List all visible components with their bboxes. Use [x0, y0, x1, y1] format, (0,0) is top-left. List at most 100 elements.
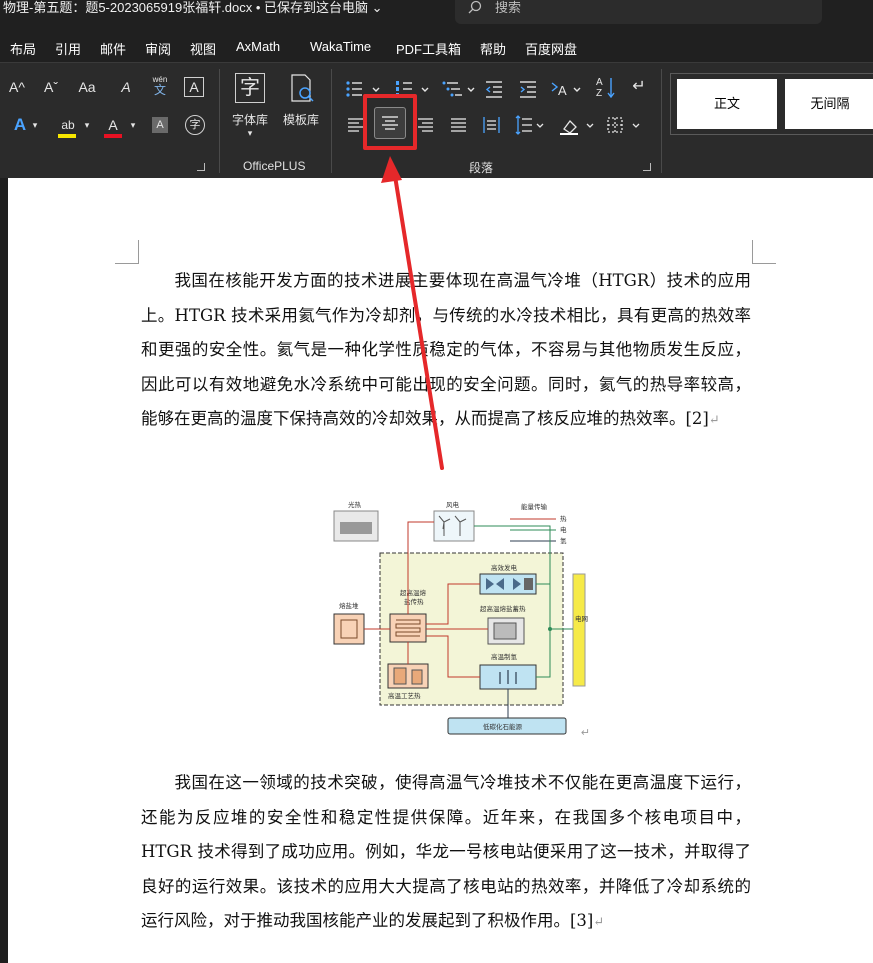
font-dialog-launcher[interactable]: [197, 163, 205, 171]
show-paragraph-marks-button[interactable]: ↵: [628, 77, 650, 97]
distributed-icon: [483, 117, 500, 133]
font-color-icon: A: [108, 117, 118, 133]
solar-label: 光热: [348, 500, 362, 509]
template-library-button[interactable]: 模板库: [280, 73, 322, 143]
search-box[interactable]: 搜索: [455, 0, 822, 24]
legend-heat-label: 热: [560, 514, 567, 523]
officeplus-group-label: OfficePLUS: [243, 159, 306, 173]
low-carbon-label: 低碳化石能源: [483, 722, 523, 731]
chevron-down-icon[interactable]: ▾: [30, 115, 40, 135]
title-bar: 物理-第五题：题5-2023065919张福轩.docx • 已保存到这台电脑 …: [0, 0, 873, 30]
crop-mark: [115, 240, 139, 264]
document-title[interactable]: 物理-第五题：题5-2023065919张福轩.docx • 已保存到这台电脑 …: [3, 0, 383, 16]
paragraph-1[interactable]: 我国在核能开发方面的技术进展主要体现在高温气冷堆（HTGR）技术的应用上。HTG…: [141, 264, 751, 439]
paragraph-group-label: 段落: [469, 161, 494, 175]
align-right-icon: [418, 118, 433, 132]
molten-salt-reactor-box: [333, 613, 365, 645]
style-normal[interactable]: 正文: [677, 79, 777, 129]
template-library-icon: [291, 74, 314, 102]
process-tank: [393, 667, 407, 685]
tab-baidu-netdisk[interactable]: 百度网盘: [525, 39, 577, 58]
ribbon-separator: [661, 69, 662, 173]
grid-junction: [548, 627, 552, 631]
sort-z-label: Z: [596, 88, 603, 99]
paragraph-dialog-launcher[interactable]: [643, 163, 651, 171]
highlight-color-button[interactable]: ab: [58, 115, 78, 139]
shrink-font-button[interactable]: Aˇ: [40, 77, 62, 97]
wind-label: 风电: [446, 500, 460, 509]
template-library-label: 模板库: [282, 113, 319, 127]
font-library-label: 字体库: [231, 113, 268, 127]
tab-axmath[interactable]: AxMath: [236, 39, 280, 54]
tab-review[interactable]: 审阅: [145, 39, 171, 58]
sort-a-label: A: [596, 77, 603, 88]
change-case-button[interactable]: Aa: [72, 77, 102, 97]
salt-heat-label-2: 盐传热: [404, 597, 424, 606]
solar-panel: [340, 522, 372, 534]
paragraph-2[interactable]: 我国在这一领域的技术突破，使得高温气冷堆技术不仅能在更高温度下运行，还能为反应堆…: [141, 766, 751, 941]
justify-icon: [451, 118, 466, 132]
tab-pdf-toolbox[interactable]: PDF工具箱: [396, 39, 461, 58]
grid-box: [572, 573, 586, 687]
font-color-bar: [104, 134, 122, 138]
search-placeholder: 搜索: [495, 0, 522, 15]
legend-title: 能量传输: [521, 502, 548, 511]
tab-layout[interactable]: 布局: [10, 39, 36, 58]
salt-heat-label-1: 超高温熔: [400, 588, 427, 597]
highlight-color-bar: [58, 134, 76, 138]
storage-tank: [493, 622, 517, 640]
figure-paragraph-mark: ↵: [581, 727, 590, 738]
decrease-indent-icon: [485, 81, 502, 98]
salt-storage-label: 超高温熔盐蓄热: [480, 604, 526, 613]
menu-bar: 布局 引用 邮件 审阅 视图 AxMath WakaTime PDF工具箱 帮助…: [0, 30, 873, 62]
align-left-icon: [348, 118, 363, 132]
annotation-highlight-box: [363, 94, 417, 150]
power-generation-label: 高效发电: [491, 563, 518, 572]
tab-view[interactable]: 视图: [190, 39, 216, 58]
phonetic-bottom: 文: [153, 83, 166, 97]
paragraph-mark: ↵: [593, 915, 605, 930]
clear-formatting-button[interactable]: A: [116, 77, 136, 97]
crop-mark: [752, 240, 776, 264]
legend-hydrogen-label: 氢: [560, 536, 567, 545]
chevron-down-icon[interactable]: ▾: [82, 115, 92, 135]
molten-salt-reactor-label: 熔盐堆: [339, 601, 359, 610]
character-border-button[interactable]: A: [184, 77, 204, 97]
paragraph-1-text: 我国在核能开发方面的技术进展主要体现在高温气冷堆（HTGR）技术的应用上。HTG…: [141, 271, 751, 428]
multilevel-list-icon: [442, 81, 462, 97]
grid-label: 电网: [575, 614, 588, 623]
paragraph-mark: ↵: [708, 413, 720, 428]
enclose-characters-button[interactable]: 字: [185, 115, 205, 135]
energy-system-diagram[interactable]: 光热 风电 能量传输 热 电 氢 高效发电 超高温熔 盐传热 熔盐堆 超高温熔盐…: [328, 496, 590, 738]
chevron-down-icon: ▾: [247, 128, 253, 138]
legend-electric-label: 电: [560, 525, 567, 534]
text-effects-button[interactable]: A: [10, 115, 30, 135]
borders-icon: [607, 117, 640, 133]
chevron-down-icon[interactable]: ▾: [128, 115, 138, 135]
svg-text:A: A: [558, 83, 567, 98]
sort-button[interactable]: A Z: [596, 77, 618, 103]
character-shading-button[interactable]: A: [152, 117, 168, 133]
process-heat-label: 高温工艺热: [388, 691, 421, 700]
font-color-button[interactable]: A: [104, 115, 124, 139]
ribbon: A^ Aˇ Aa A wén 文 A A ▾ ab ▾ A ▾ A 字 字 字体…: [0, 62, 873, 178]
ribbon-separator: [331, 69, 332, 173]
style-no-spacing[interactable]: 无间隔: [785, 79, 873, 129]
tab-references[interactable]: 引用: [55, 39, 81, 58]
paragraph-2-text: 我国在这一领域的技术突破，使得高温气冷堆技术不仅能在更高温度下运行，还能为反应堆…: [141, 773, 751, 930]
wind-box: [433, 510, 475, 542]
chinese-layout-icon: A: [551, 82, 581, 98]
generator-block: [524, 578, 533, 590]
grow-font-button[interactable]: A^: [6, 77, 28, 97]
font-library-icon: 字: [235, 73, 265, 103]
phonetic-guide-button[interactable]: wén 文: [150, 75, 170, 97]
bullets-icon: [346, 81, 362, 97]
font-library-button[interactable]: 字 字体库 ▾: [230, 73, 270, 143]
search-icon: [468, 0, 482, 14]
tab-wakatime[interactable]: WakaTime: [310, 39, 371, 54]
tab-help[interactable]: 帮助: [480, 39, 506, 58]
ribbon-separator: [219, 69, 220, 173]
tab-mailings[interactable]: 邮件: [100, 39, 126, 58]
increase-indent-icon: [520, 81, 536, 98]
sort-arrow-icon: [607, 78, 615, 98]
